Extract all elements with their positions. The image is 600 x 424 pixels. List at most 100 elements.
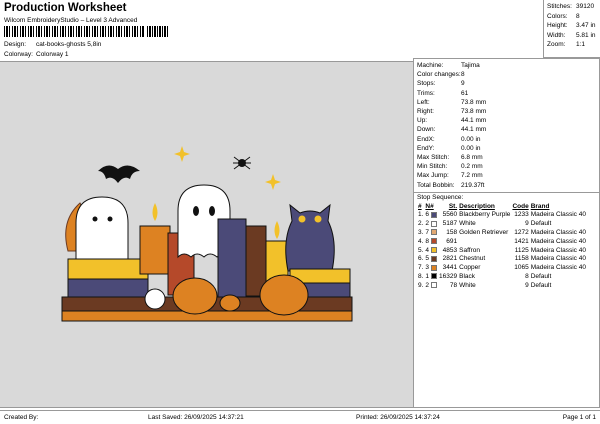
machine-row: Min Stitch: 0.2 mm [417, 162, 596, 171]
column-header: N# [425, 202, 434, 210]
machine-label: Right: [417, 108, 434, 116]
skull [144, 288, 166, 310]
pumpkin [172, 277, 218, 315]
table-row: 7. 3 3441 Copper 1065 Madeira Classic 40 [417, 264, 587, 273]
stop-sequence: Stop Sequence: # N# St. Description Code Bran… [414, 193, 599, 292]
thread-brand: Madeira Classic 40 [530, 229, 586, 237]
info-panel: Machine: Tajima Color changes:8 Stops: 9 Trim… [413, 58, 600, 408]
color-swatch [431, 255, 438, 262]
page-title: Production Worksheet [4, 2, 127, 14]
stat-value: 5.81 in [576, 31, 596, 39]
swatch-cell [430, 238, 438, 247]
created-by: Created By: [4, 414, 39, 421]
machine-row: Right: 73.8 mm [417, 107, 596, 116]
machine-value: 0.2 mm [461, 163, 483, 171]
design-value: cat-books-ghosts 5,8in [36, 41, 102, 48]
machine-row: Left: 73.8 mm [417, 98, 596, 107]
stat-row: Stitches: 39120 [547, 2, 597, 12]
stat-row: Width: 5.81 in [547, 31, 597, 41]
stitch-count: 16329 [439, 273, 458, 281]
color-swatch [431, 264, 438, 271]
table-row: 3. 7 158 Golden Retriever 1272 Madeira Classi… [417, 229, 587, 238]
star-icon [265, 174, 281, 190]
color-swatch [431, 229, 438, 236]
swatch-cell [430, 255, 438, 264]
design-preview [0, 61, 413, 408]
thread-brand: Madeira Classic 40 [530, 255, 586, 263]
column-header: Brand [530, 202, 550, 210]
stitch-count: 4853 [442, 246, 458, 254]
page-number: Page 1 of 1 [562, 414, 596, 421]
color-code: 8 [525, 273, 529, 281]
stitch-count: 5560 [442, 211, 458, 219]
table-row: 9. 2 78 White 9 Default [417, 282, 587, 291]
stat-value: 3.47 in [576, 22, 596, 30]
machine-row: Stops: 9 [417, 79, 596, 88]
stitch-count: 2821 [442, 255, 458, 263]
stat-label: Zoom: [547, 41, 566, 49]
stat-value: 1:1 [576, 41, 586, 49]
software-name: Wilcom EmbroideryStudio – Level 3 Advanc… [4, 17, 138, 24]
machine-value: 0.00 in [461, 135, 481, 143]
machine-row: EndX: 0.00 in [417, 135, 596, 144]
thread-brand: Default [530, 273, 552, 281]
color-description: Copper [459, 264, 481, 272]
cat [285, 203, 335, 272]
color-description: Black [459, 273, 476, 281]
column-header: St. [448, 202, 458, 210]
spider-icon [233, 156, 251, 170]
stop-number: 2. [418, 220, 424, 228]
pumpkin [219, 294, 241, 312]
machine-value: 61 [461, 89, 469, 97]
footer: Created By: Last Saved: 26/09/2025 14:37… [0, 410, 600, 424]
design-label: Design: [4, 41, 27, 48]
thread-brand: Madeira Classic 40 [530, 237, 586, 245]
stop-number: 6. [418, 255, 424, 263]
machine-label: EndX: [417, 135, 435, 143]
color-code: 1233 [514, 211, 529, 219]
color-swatch [431, 282, 438, 289]
color-code: 9 [525, 281, 529, 289]
swatch-cell [430, 229, 438, 238]
machine-row: Max Stitch: 6.8 mm [417, 153, 596, 162]
machine-label: Left: [417, 98, 430, 106]
stat-label: Colors: [547, 12, 568, 20]
color-swatch [431, 220, 438, 227]
machine-row: Down: 44.1 mm [417, 125, 596, 134]
thread-brand: Madeira Classic 40 [530, 264, 586, 272]
machine-value: 9 [461, 80, 465, 88]
color-swatch [431, 246, 438, 253]
stat-value: 8 [576, 12, 580, 20]
machine-row: Trims: 61 [417, 89, 596, 98]
stop-sequence-title: Stop Sequence: [417, 193, 464, 201]
column-header: Code [512, 202, 529, 210]
color-description: White [459, 220, 476, 228]
machine-label: Color changes: [417, 71, 461, 79]
machine-label: Stops: [417, 80, 436, 88]
color-description: Golden Retriever [459, 229, 509, 237]
thread-brand: Madeira Classic 40 [530, 211, 586, 219]
machine-label: Max Jump: [417, 172, 449, 180]
machine-label: Max Stitch: [417, 154, 450, 162]
machine-row: EndY: 0.00 in [417, 144, 596, 153]
column-header: Description [459, 202, 495, 210]
table-row: 1. 6 5560 Blackberry Purple 1233 Madeira Clas… [417, 211, 587, 220]
stat-row: Height: 3.47 in [547, 21, 597, 31]
machine-row: Color changes:8 [417, 70, 596, 79]
color-code: 1421 [514, 237, 529, 245]
machine-value: 6.8 mm [461, 154, 483, 162]
color-code: 9 [525, 220, 529, 228]
machine-value: 73.8 mm [461, 108, 487, 116]
machine-value: Tajima [461, 62, 480, 69]
thread-brand: Madeira Classic 40 [530, 246, 586, 254]
stitch-count: 158 [446, 229, 458, 237]
stitch-count: 78 [449, 281, 458, 289]
table-row: 5. 4 4853 Saffron 1125 Madeira Classic 40 [417, 247, 587, 256]
table-row: 2. 2 5187 White 9 Default [417, 220, 587, 229]
stitch-count: 5187 [442, 220, 458, 228]
machine-label: EndY: [417, 144, 435, 152]
embroidery-artwork [61, 146, 353, 322]
color-code: 1065 [514, 264, 529, 272]
star-icon [174, 146, 190, 162]
stop-number: 4. [418, 237, 424, 245]
